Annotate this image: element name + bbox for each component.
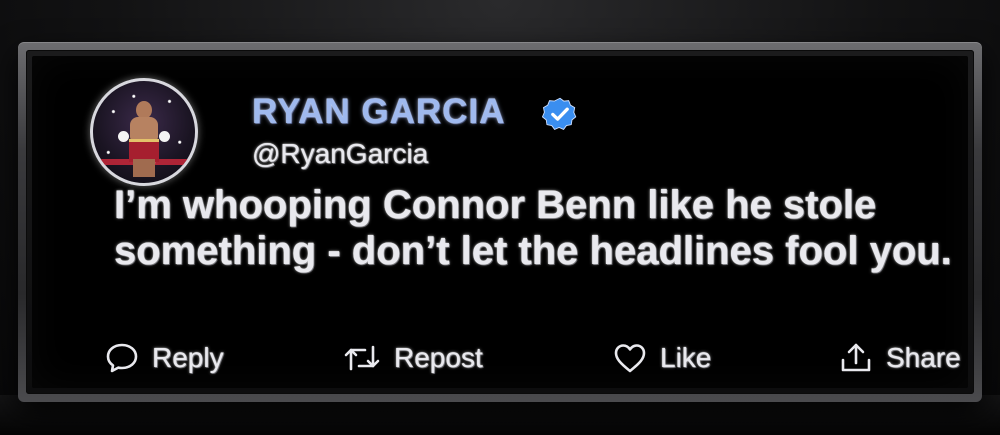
scene: RYAN GARCIA @RyanGarcia I’m whooping Con…	[0, 0, 1000, 435]
reply-button[interactable]: Reply	[104, 338, 224, 378]
share-label: Share	[886, 342, 961, 373]
display-name[interactable]: RYAN GARCIA	[252, 92, 505, 132]
share-button[interactable]: Share	[838, 338, 961, 378]
frame-bevel: RYAN GARCIA @RyanGarcia I’m whooping Con…	[26, 50, 974, 394]
speech-bubble-icon	[106, 343, 138, 373]
reply-label: Reply	[152, 342, 224, 373]
display-frame: RYAN GARCIA @RyanGarcia I’m whooping Con…	[18, 42, 982, 402]
share-arrow-icon	[841, 343, 871, 372]
user-handle[interactable]: @RyanGarcia	[252, 138, 428, 170]
avatar[interactable]	[90, 78, 198, 186]
repost-arrows-icon	[344, 345, 380, 371]
verified-badge-icon	[542, 97, 577, 131]
repost-button[interactable]: Repost	[342, 338, 483, 378]
heart-icon	[614, 344, 646, 373]
tweet-text: I’m whooping Connor Benn like he stole s…	[114, 183, 952, 273]
tweet-card: RYAN GARCIA @RyanGarcia I’m whooping Con…	[32, 56, 968, 388]
boxing-glove-left	[118, 131, 129, 142]
repost-label: Repost	[394, 342, 483, 373]
like-label: Like	[660, 342, 712, 373]
tweet-actions: Reply Repost Like Share	[32, 338, 968, 378]
boxer-torso	[130, 117, 158, 141]
like-button[interactable]: Like	[612, 338, 711, 378]
boxer-legs	[133, 159, 155, 177]
boxing-glove-right	[159, 131, 170, 142]
